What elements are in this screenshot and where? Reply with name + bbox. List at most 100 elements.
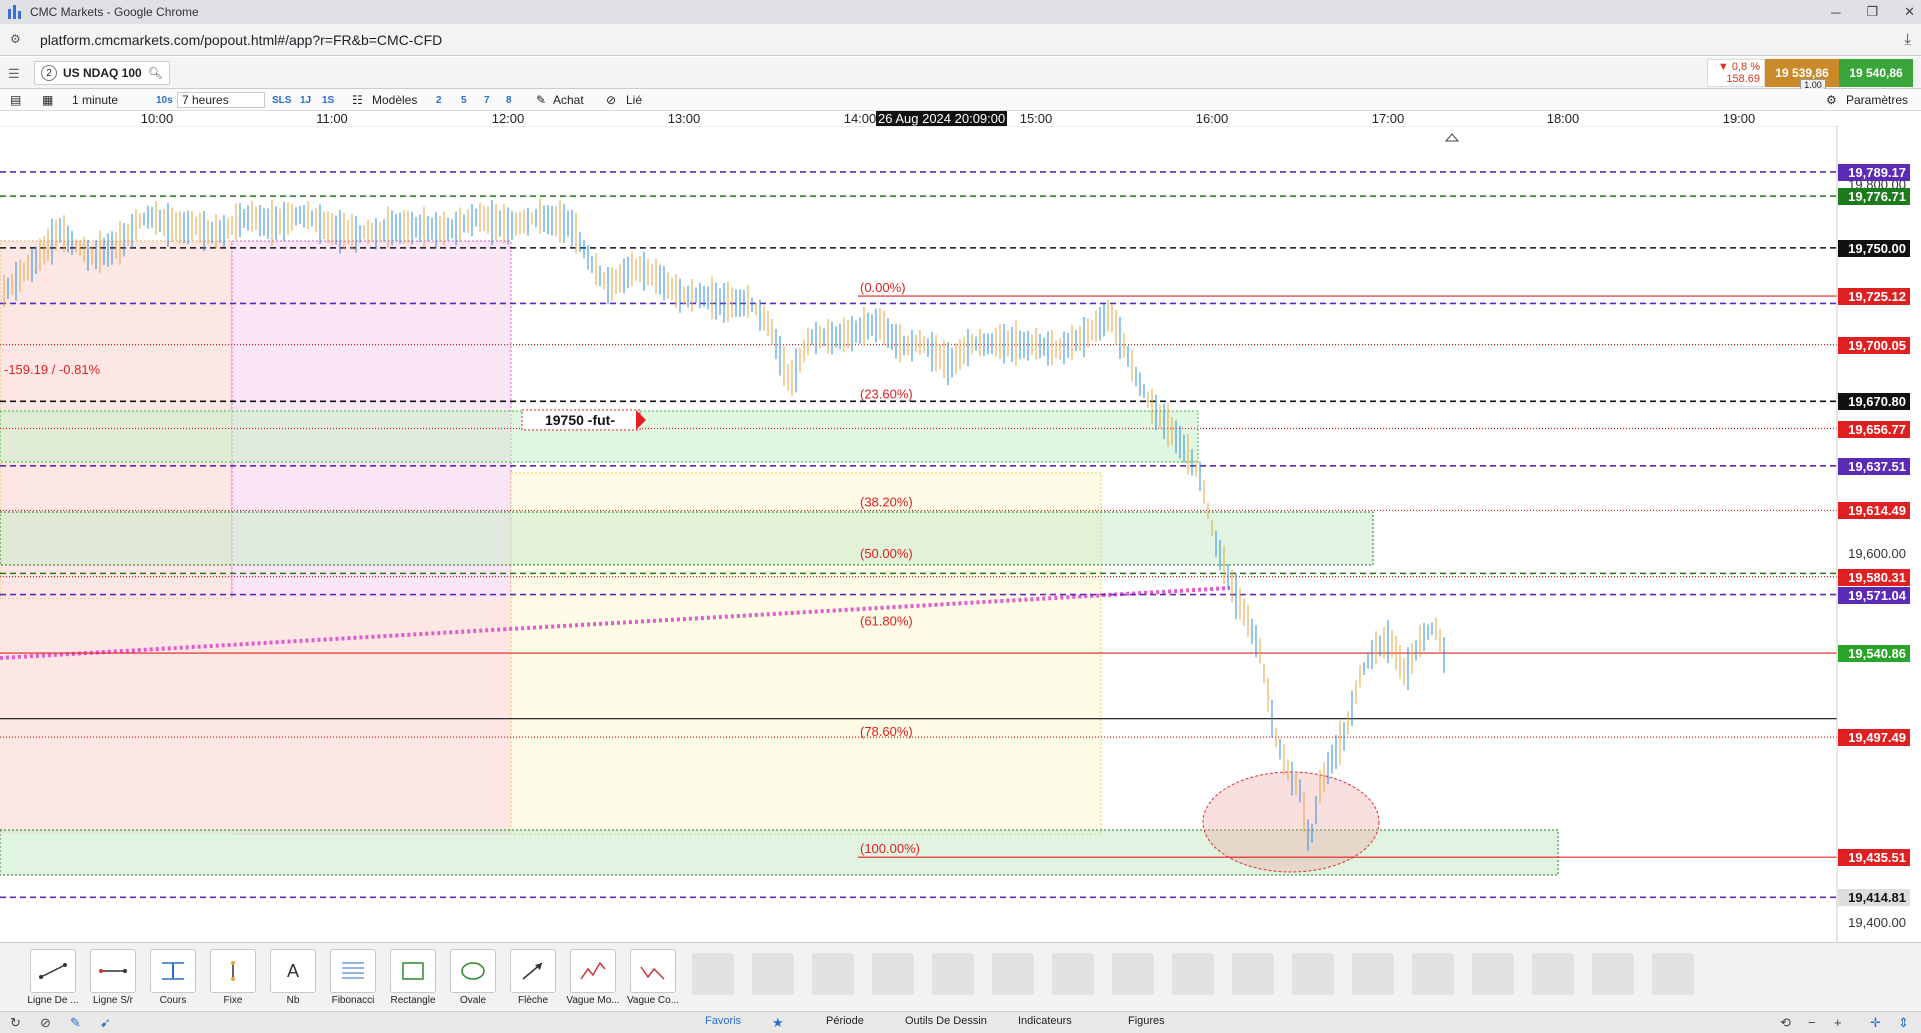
price-axis-badge: 19,580.31 xyxy=(1838,568,1910,586)
models-icon[interactable]: ☷ xyxy=(352,92,363,108)
star-icon[interactable]: ★ xyxy=(772,1015,784,1031)
tab-figures[interactable]: Figures xyxy=(1128,1015,1165,1031)
empty-tool-slot[interactable] xyxy=(1352,953,1394,995)
zone-box[interactable] xyxy=(0,511,1374,566)
empty-tool-slot[interactable] xyxy=(1292,953,1334,995)
buy-button[interactable]: Achat xyxy=(553,92,584,108)
corrective-wave-icon xyxy=(630,949,676,993)
scroll-marker-icon[interactable] xyxy=(1444,133,1460,142)
buy-tool-icon[interactable]: ✎ xyxy=(536,92,546,108)
url-text[interactable]: platform.cmcmarkets.com/popout.html#/app… xyxy=(40,32,442,48)
empty-tool-slot[interactable] xyxy=(1592,953,1634,995)
tool-ellipse[interactable]: Ovale xyxy=(445,949,501,1006)
layout-icon[interactable]: ▦ xyxy=(42,92,53,108)
price-axis-badge: 19,656.77 xyxy=(1838,420,1910,438)
price-axis-badge: 19,435.51 xyxy=(1838,849,1910,867)
buy-price-button[interactable]: 19 540,86 xyxy=(1839,59,1913,87)
one-week-button[interactable]: 1S xyxy=(322,92,334,108)
tab-period[interactable]: Période xyxy=(826,1015,864,1031)
models-button[interactable]: Modèles xyxy=(372,92,417,108)
cursor-icon[interactable]: ➹ xyxy=(100,1015,111,1031)
download-icon[interactable]: ⤓ xyxy=(1904,31,1911,48)
drawing-tools-bar: Ligne De ... Ligne S/r Cours Fixe A Nb Fi… xyxy=(0,942,1921,1010)
time-label: 19:00 xyxy=(1722,111,1756,126)
zoom-out-icon[interactable]: − xyxy=(1808,1015,1816,1030)
preset-2-button[interactable]: 2 xyxy=(436,92,442,108)
chart-canvas[interactable]: (0.00%) (23.60%) (38.20%) (50.00%) (61.80%) (… xyxy=(0,126,1921,942)
menu-icon[interactable]: ☰ xyxy=(8,66,22,82)
link-icon[interactable]: ⊘ xyxy=(606,92,616,108)
tool-arrow[interactable]: Flèche xyxy=(505,949,561,1006)
empty-tool-slot[interactable] xyxy=(932,953,974,995)
tool-wave-motive[interactable]: Vague Mo... xyxy=(565,949,621,1006)
ellipse-icon xyxy=(450,949,496,993)
preset-8-button[interactable]: 8 xyxy=(506,92,512,108)
empty-tool-slot[interactable] xyxy=(1052,953,1094,995)
site-info-icon[interactable]: ⚙ xyxy=(10,32,26,48)
instrument-header: ☰ 2 US NDAQ 100 🔍︎ ▼ 0,8 % 158.69 19 539… xyxy=(0,57,1921,91)
minimize-icon[interactable]: ─ xyxy=(1831,5,1840,20)
empty-tool-slot[interactable] xyxy=(1112,953,1154,995)
tool-trend-line[interactable]: Ligne De ... xyxy=(25,949,81,1006)
range-select[interactable]: 7 heures xyxy=(177,92,265,108)
price-chart[interactable]: (0.00%) (23.60%) (38.20%) (50.00%) (61.80%) (… xyxy=(0,126,1921,942)
preset-5-button[interactable]: 5 xyxy=(461,92,467,108)
fut-price-label[interactable]: 19750 -fut- xyxy=(521,409,646,431)
tool-fibonacci[interactable]: Fibonacci xyxy=(325,949,381,1006)
tab-favorites[interactable]: Favoris xyxy=(705,1015,741,1031)
tab-drawing-tools[interactable]: Outils De Dessin xyxy=(905,1015,987,1031)
pen-icon[interactable]: ✎ xyxy=(70,1015,81,1031)
empty-tool-slot[interactable] xyxy=(1532,953,1574,995)
preset-7-button[interactable]: 7 xyxy=(484,92,490,108)
settings-button[interactable]: Paramètres xyxy=(1846,92,1908,108)
empty-tool-slot[interactable] xyxy=(692,953,734,995)
empty-tool-slot[interactable] xyxy=(1232,953,1274,995)
time-label: 15:00 xyxy=(1019,111,1053,126)
empty-tool-slot[interactable] xyxy=(1172,953,1214,995)
tool-rectangle[interactable]: Rectangle xyxy=(385,949,441,1006)
price-axis-badge: 19,750.00 xyxy=(1838,239,1910,257)
interval-10s-button[interactable]: 10s xyxy=(156,92,173,108)
settings-icon[interactable]: ⚙ xyxy=(1826,92,1837,108)
arrow-icon xyxy=(510,949,556,993)
crosshair-time-badge: 26 Aug 2024 20:09:00 xyxy=(876,111,1008,126)
price-axis-badge: 19,725.12 xyxy=(1838,288,1910,306)
search-icon[interactable]: 🔍︎ xyxy=(148,66,163,80)
close-icon[interactable]: ✕ xyxy=(1904,4,1915,20)
wave-icon xyxy=(570,949,616,993)
price-axis-label: 19,600.00 xyxy=(1848,546,1906,561)
empty-tool-slot[interactable] xyxy=(1412,953,1454,995)
empty-tool-slot[interactable] xyxy=(752,953,794,995)
empty-tool-slot[interactable] xyxy=(1652,953,1694,995)
crosshair-icon[interactable]: ✛ xyxy=(1870,1015,1881,1031)
empty-tool-slot[interactable] xyxy=(992,953,1034,995)
instrument-tab[interactable]: 2 US NDAQ 100 🔍︎ xyxy=(34,61,170,85)
interval-select[interactable]: 1 minute xyxy=(72,92,118,108)
zoom-in-icon[interactable]: + xyxy=(1834,1015,1842,1030)
reset-icon[interactable]: ⟲ xyxy=(1780,1015,1791,1031)
empty-tool-slot[interactable] xyxy=(872,953,914,995)
sls-button[interactable]: SLS xyxy=(272,92,291,108)
scale-icon[interactable]: ⇕ xyxy=(1898,1015,1909,1031)
tool-price[interactable]: Cours xyxy=(145,949,201,1006)
tab-indicators[interactable]: Indicateurs xyxy=(1018,1015,1072,1031)
refresh-icon[interactable]: ↻ xyxy=(10,1015,21,1031)
tool-fixed[interactable]: Fixe xyxy=(205,949,261,1006)
hide-icon[interactable]: ⊘ xyxy=(40,1015,51,1031)
browser-title-bar: CMC Markets - Google Chrome ─ ❐ ✕ xyxy=(0,0,1921,24)
price-axis-label: 19,400.00 xyxy=(1848,915,1906,930)
fut-label-text: 19750 -fut- xyxy=(545,412,615,428)
list-icon[interactable]: ▤ xyxy=(10,92,21,108)
tool-note[interactable]: A Nb xyxy=(265,949,321,1006)
price-change: ▼ 0,8 % 158.69 xyxy=(1707,59,1765,87)
empty-tool-slot[interactable] xyxy=(812,953,854,995)
restore-icon[interactable]: ❐ xyxy=(1866,4,1878,20)
window-title: CMC Markets - Google Chrome xyxy=(30,5,199,19)
empty-tool-slot[interactable] xyxy=(1472,953,1514,995)
one-day-button[interactable]: 1J xyxy=(300,92,311,108)
fib-level-label: (38.20%) xyxy=(860,494,913,509)
linked-button[interactable]: Lié xyxy=(626,92,642,108)
tool-wave-corrective[interactable]: Vague Co... xyxy=(625,949,681,1006)
change-points: 158.69 xyxy=(1726,73,1760,85)
tool-sr-line[interactable]: Ligne S/r xyxy=(85,949,141,1006)
